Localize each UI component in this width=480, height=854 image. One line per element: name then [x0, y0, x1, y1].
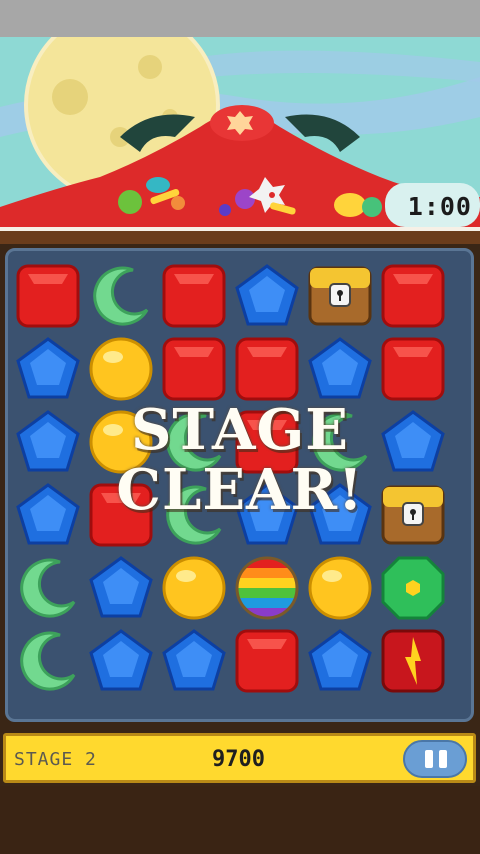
gem-yellow-orb[interactable]: [85, 333, 157, 405]
gem-red-square[interactable]: [377, 333, 449, 405]
gem-rainbow-ball[interactable]: [231, 552, 303, 624]
status-panel: STAGE 2 9700: [3, 733, 476, 783]
gem-green-moon[interactable]: [12, 552, 84, 624]
scene-banner: 1:00: [0, 37, 480, 227]
status-bar: [0, 0, 480, 37]
gem-red-square[interactable]: [231, 333, 303, 405]
pause-icon: [425, 750, 433, 768]
stage-clear-line1: STAGE: [130, 397, 349, 463]
gem-red-square[interactable]: [377, 260, 449, 332]
timer-display: 1:00: [407, 192, 472, 221]
gem-blue-pentagon[interactable]: [158, 625, 230, 697]
floor-strip: [0, 786, 480, 854]
pause-button[interactable]: [403, 740, 467, 778]
gem-blue-pentagon[interactable]: [12, 333, 84, 405]
gem-red-square[interactable]: [231, 625, 303, 697]
gem-green-moon[interactable]: [85, 260, 157, 332]
gem-blue-pentagon[interactable]: [231, 260, 303, 332]
gem-red-square[interactable]: [12, 260, 84, 332]
score-value: 9700: [212, 747, 265, 772]
gem-red-square[interactable]: [158, 260, 230, 332]
gem-green-octagon[interactable]: [377, 552, 449, 624]
pause-icon-bar: [439, 750, 447, 768]
gem-red-square[interactable]: [158, 333, 230, 405]
stage-clear-banner: STAGE CLEAR!: [0, 400, 480, 520]
gem-treasure-chest[interactable]: [304, 260, 376, 332]
stage-label: STAGE 2: [14, 749, 97, 770]
gem-green-moon[interactable]: [12, 625, 84, 697]
stage-clear-line2: CLEAR!: [116, 457, 364, 523]
gem-yellow-orb[interactable]: [304, 552, 376, 624]
gem-blue-pentagon[interactable]: [304, 333, 376, 405]
scene-divider: [0, 227, 480, 244]
gem-blue-pentagon[interactable]: [85, 625, 157, 697]
gem-red-lightning[interactable]: [377, 625, 449, 697]
gem-blue-pentagon[interactable]: [85, 552, 157, 624]
gem-yellow-orb[interactable]: [158, 552, 230, 624]
gem-blue-pentagon[interactable]: [304, 625, 376, 697]
